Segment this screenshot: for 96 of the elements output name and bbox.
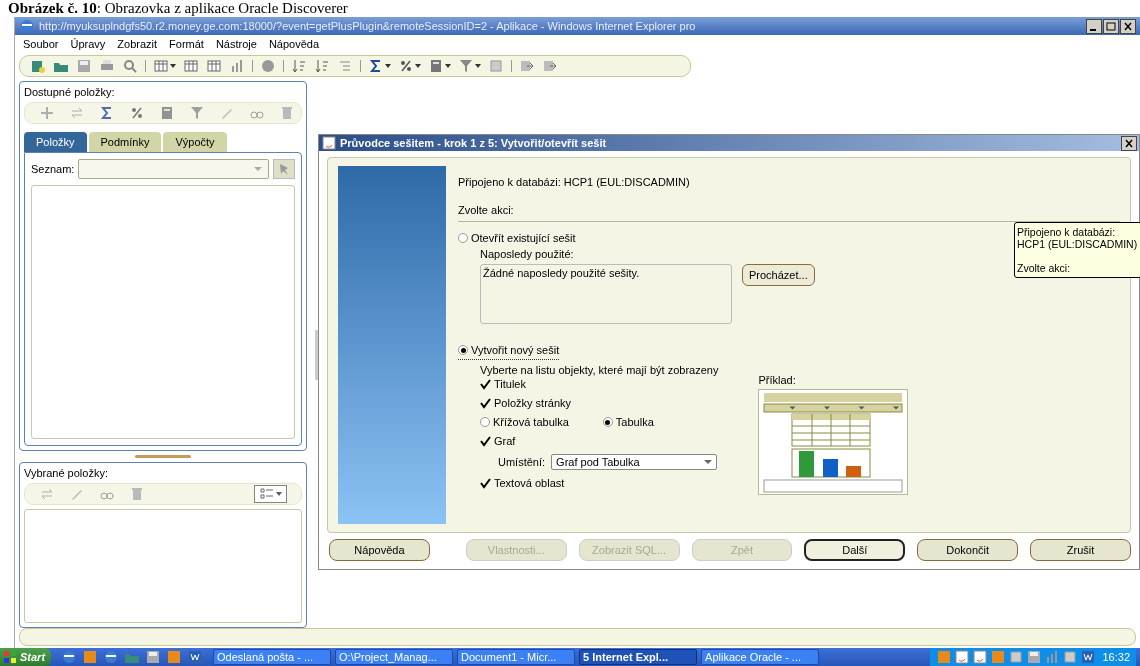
tab[interactable]: Položky [24,132,87,152]
close-icon[interactable] [1121,135,1137,151]
list-icon[interactable] [259,486,275,502]
percent-icon[interactable] [129,105,145,121]
placement-label: Umístění: [498,456,546,468]
swap-icon[interactable] [69,105,85,121]
tab[interactable]: Podmínky [88,132,162,152]
percent-icon[interactable] [398,58,414,74]
section-label: Zvolte akci: [458,204,515,216]
radio-button[interactable] [480,417,490,427]
checkbox[interactable] [480,477,491,489]
checkbox[interactable] [480,435,491,447]
app-icon[interactable] [166,649,183,665]
taskbar-button[interactable]: O:\Project_Manag... [335,649,454,665]
table-icon[interactable] [183,58,199,74]
radio-label[interactable]: Křížová tabulka [493,416,569,428]
document-icon[interactable] [1080,649,1097,665]
section-label: Vybrané položky: [24,467,109,479]
tooltip-text: HCP1 (EUL:DISCADMIN) [1017,238,1138,250]
tooltip-text: Připojeno k databázi: [1017,226,1116,238]
radio-label[interactable]: Vytvořit nový sešit [471,344,560,356]
menu-item[interactable]: Nástroje [215,38,257,50]
connection-text: Připojeno k databázi: HCP1 (EUL:DISCADMIN) [458,176,691,188]
caret-icon[interactable] [475,64,481,68]
document-icon[interactable] [187,649,204,665]
windows-logo-icon[interactable] [2,649,18,665]
radio-button[interactable] [458,233,468,243]
calculator-icon[interactable] [428,58,444,74]
dialog-button[interactable]: Další [804,539,906,561]
browser-logo-icon [19,18,35,34]
placement-select[interactable]: Graf pod Tabulka [551,454,718,470]
export-icon[interactable] [519,58,535,74]
checkbox[interactable] [480,397,491,409]
menu-item[interactable]: Nápověda [268,38,320,50]
taskbar-button[interactable]: 5 Internet Expl... [579,649,698,665]
menu-item[interactable]: Úpravy [70,38,106,50]
caret-icon[interactable] [704,460,713,464]
empty-message: Žádné naposledy použité sešity. [483,267,640,279]
save-icon[interactable] [76,58,92,74]
caret-icon[interactable] [276,492,282,496]
list-select[interactable] [78,159,269,179]
close-icon[interactable] [1120,18,1136,34]
list-label: Seznam: [31,163,75,175]
checkbox-label[interactable]: Titulek [494,378,526,390]
calculator-icon[interactable] [159,105,175,121]
app-icon[interactable] [954,649,971,665]
sort-icon[interactable] [314,58,330,74]
table-icon[interactable] [206,58,222,74]
section-label: Dostupné položky: [24,86,116,98]
recent-label: Naposledy použité: [480,248,575,260]
dialog-title: Průvodce sešitem - krok 1 z 5: Vytvořit/otevřít sešit [340,137,608,149]
trash-icon[interactable] [129,486,145,502]
caret-icon[interactable] [385,64,391,68]
minimize-icon[interactable] [1086,18,1102,34]
maximize-icon[interactable] [1103,18,1119,34]
checkbox-label[interactable]: Položky stránky [494,397,572,409]
filter-icon[interactable] [189,105,205,121]
clock: 16:32 [1102,651,1130,663]
hint-text: Vyberte na listu objekty, které mají být zobrazeny [480,364,719,376]
dialog-button[interactable]: Zrušit [1030,539,1131,561]
checkbox-label[interactable]: Graf [494,435,516,447]
radio-label[interactable]: Tabulka [615,416,654,428]
sort-icon[interactable] [291,58,307,74]
caret-icon[interactable] [415,64,421,68]
example-label: Příklad: [758,374,797,386]
swap-icon[interactable] [39,486,55,502]
caret-icon[interactable] [170,64,176,68]
caret-icon[interactable] [445,64,451,68]
app-icon[interactable] [972,649,989,665]
taskbar-button[interactable]: Odeslaná pošta - ... [213,649,332,665]
plus-icon[interactable] [39,105,55,121]
dialog-button[interactable]: Nápověda [329,539,430,561]
tooltip-text: Zvolte akci: [1017,262,1071,274]
tab[interactable]: Výpočty [163,132,227,152]
radio-button[interactable] [458,345,468,355]
lines-icon[interactable] [337,58,353,74]
window-title: http://myuksuplndgfs50.r2.money.ge.com:18000/?event=getPlusPlugin&remoteSessionID=2 - Aplikace - Windows Internet Explorer pro [39,20,697,32]
menu-item[interactable]: Soubor [23,38,59,50]
chart-icon[interactable] [229,58,245,74]
taskbar-button[interactable]: Document1 - Micr... [457,649,576,665]
selected-items-list[interactable] [24,509,302,623]
trash-icon[interactable] [279,105,295,121]
checkbox-label[interactable]: Textová oblast [494,477,565,489]
radio-label[interactable]: Otevřít existující sešit [471,232,576,244]
taskbar-button[interactable]: Aplikace Oracle - ... [701,649,820,665]
start-button[interactable]: Start [0,648,52,666]
recent-list[interactable]: Žádné naposledy použité sešity. [480,264,732,324]
browse-button[interactable]: Procházet... [742,264,815,286]
radio-button[interactable] [602,417,613,427]
menu-item[interactable]: Formát [169,38,204,50]
dialog-button[interactable]: Dokončit [917,539,1019,561]
export-icon[interactable] [542,58,558,74]
splitter-handle[interactable] [135,455,191,458]
menu-item[interactable]: Zobrazit [117,38,158,50]
search-icon[interactable] [122,58,138,74]
checkbox[interactable] [480,378,491,390]
